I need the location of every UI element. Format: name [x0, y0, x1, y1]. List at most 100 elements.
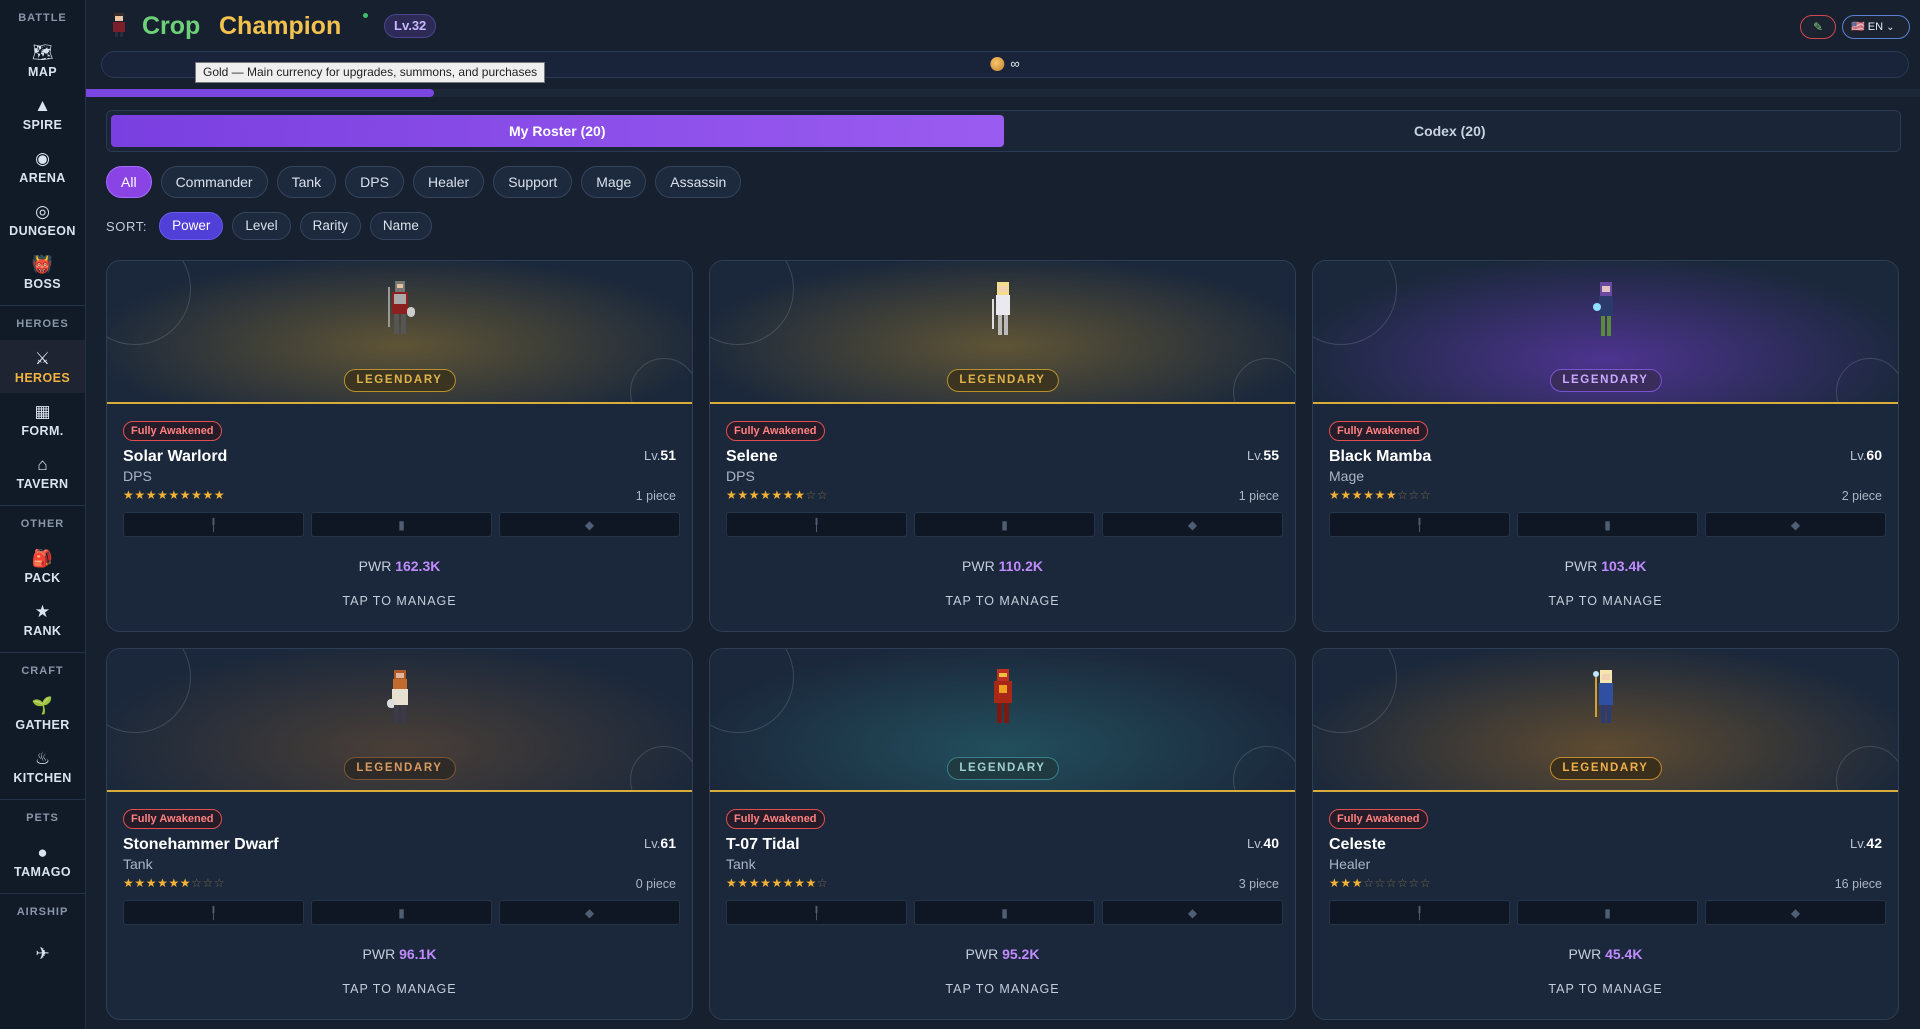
- filter-chip-support[interactable]: Support: [493, 166, 573, 198]
- armor-slot[interactable]: ▮: [1517, 512, 1698, 537]
- sidebar-item-form[interactable]: ▦ FORM.: [0, 393, 85, 446]
- hero-level: Lv.60: [1850, 447, 1882, 463]
- accessory-slot[interactable]: ◆: [1705, 512, 1886, 537]
- tap-to-manage-button[interactable]: TAP TO MANAGE: [107, 982, 692, 996]
- rarity-badge: LEGENDARY: [343, 757, 456, 780]
- sort-chip-rarity[interactable]: Rarity: [299, 212, 361, 240]
- hero-class: DPS: [123, 468, 152, 484]
- chevron-down-icon: ⌄: [1886, 22, 1895, 33]
- accessory-slot[interactable]: ◆: [499, 512, 680, 537]
- hero-card[interactable]: LEGENDARY Fully Awakened Stonehammer Dwarf…: [106, 648, 693, 1020]
- edit-button[interactable]: ✎: [1800, 15, 1836, 39]
- sort-chip-power[interactable]: Power: [159, 212, 224, 240]
- sidebar-item-arena[interactable]: ◉ ARENA: [0, 140, 85, 193]
- weapon-slot[interactable]: ╿: [726, 512, 907, 537]
- rarity-badge: LEGENDARY: [946, 757, 1059, 780]
- tab-codex[interactable]: Codex (20): [1004, 115, 1897, 147]
- power-prefix: PWR: [1564, 558, 1598, 574]
- filter-chip-dps[interactable]: DPS: [345, 166, 404, 198]
- star-filled-icon: ★: [737, 876, 749, 890]
- hero-sprite-icon: [1592, 670, 1613, 723]
- sidebar-item-boss[interactable]: 👹 BOSS: [0, 246, 85, 299]
- gem-icon: ◆: [584, 517, 595, 532]
- gem-icon: ◆: [584, 905, 595, 920]
- tap-to-manage-button[interactable]: TAP TO MANAGE: [710, 982, 1295, 996]
- filter-chip-assassin[interactable]: Assassin: [655, 166, 742, 198]
- rarity-badge: LEGENDARY: [1549, 369, 1662, 392]
- sort-chip-level[interactable]: Level: [232, 212, 291, 240]
- armor-slot[interactable]: ▮: [311, 512, 492, 537]
- filter-chip-all[interactable]: All: [106, 166, 152, 198]
- star-filled-icon: ★: [1340, 876, 1352, 890]
- weapon-slot[interactable]: ╿: [123, 512, 304, 537]
- armor-slot[interactable]: ▮: [914, 900, 1095, 925]
- hero-card[interactable]: LEGENDARY Fully Awakened Selene DPS Lv.55 ★★★…: [709, 260, 1296, 632]
- accessory-slot[interactable]: ◆: [499, 900, 680, 925]
- tap-to-manage-button[interactable]: TAP TO MANAGE: [1313, 594, 1898, 608]
- star-filled-icon: ★: [771, 876, 783, 890]
- filter-chip-mage[interactable]: Mage: [581, 166, 647, 198]
- sort-chip-name[interactable]: Name: [369, 212, 432, 240]
- airship-icon: ✈: [35, 943, 50, 963]
- sidebar-item-tamago[interactable]: ● TAMAGO: [0, 834, 85, 887]
- level-prefix: Lv.: [1850, 836, 1867, 851]
- hero-pieces: 16 piece: [1834, 877, 1882, 891]
- tap-to-manage-button[interactable]: TAP TO MANAGE: [1313, 982, 1898, 996]
- weapon-slot[interactable]: ╿: [1329, 512, 1510, 537]
- star-filled-icon: ★: [771, 488, 783, 502]
- weapon-slot[interactable]: ╿: [123, 900, 304, 925]
- header: Crop Champion Lv.32 ✎ 🇺🇸 EN ⌄: [86, 0, 1920, 52]
- sidebar-item-airship[interactable]: ✈: [0, 928, 85, 981]
- accessory-slot[interactable]: ◆: [1102, 900, 1283, 925]
- player-avatar-icon[interactable]: [108, 12, 130, 38]
- accessory-slot[interactable]: ◆: [1705, 900, 1886, 925]
- hero-card[interactable]: LEGENDARY Fully Awakened T-07 Tidal Tank Lv.…: [709, 648, 1296, 1020]
- armor-slot[interactable]: ▮: [311, 900, 492, 925]
- sidebar-item-kitchen[interactable]: ♨ KITCHEN: [0, 740, 85, 793]
- star-empty-icon: ☆: [1363, 876, 1375, 890]
- armor-slot[interactable]: ▮: [914, 512, 1095, 537]
- map-icon: 🗺: [31, 42, 54, 62]
- sidebar-item-spire[interactable]: ▲ SPIRE: [0, 87, 85, 140]
- hero-name: Solar Warlord: [123, 448, 228, 465]
- sidebar-item-pack[interactable]: 🎒 PACK: [0, 540, 85, 593]
- rank-icon: ★: [34, 601, 51, 621]
- hero-banner: LEGENDARY: [107, 649, 692, 792]
- filter-chip-commander[interactable]: Commander: [160, 166, 268, 198]
- level-prefix: Lv.: [1247, 836, 1264, 851]
- tap-to-manage-button[interactable]: TAP TO MANAGE: [710, 594, 1295, 608]
- heroes-icon: ⚔: [34, 348, 51, 368]
- hero-card[interactable]: LEGENDARY Fully Awakened Celeste Healer Lv.4…: [1312, 648, 1899, 1020]
- hero-card[interactable]: LEGENDARY Fully Awakened Black Mamba Mage Lv…: [1312, 260, 1899, 632]
- filter-chip-healer[interactable]: Healer: [412, 166, 485, 198]
- star-filled-icon: ★: [782, 488, 795, 502]
- language-select[interactable]: 🇺🇸 EN ⌄: [1842, 15, 1910, 39]
- decor-circle: [1836, 358, 1898, 402]
- sidebar-item-label: TAVERN: [16, 476, 69, 491]
- armor-slot[interactable]: ▮: [1517, 900, 1698, 925]
- hero-power: PWR 110.2K: [710, 558, 1295, 574]
- weapon-slot[interactable]: ╿: [726, 900, 907, 925]
- sidebar-item-heroes[interactable]: ⚔ HEROES: [0, 340, 85, 393]
- star-empty-icon: ☆: [1408, 876, 1420, 890]
- language-label: 🇺🇸 EN: [1851, 21, 1884, 33]
- sidebar-item-tavern[interactable]: ⌂ TAVERN: [0, 446, 85, 499]
- filter-chip-tank[interactable]: Tank: [276, 166, 337, 198]
- star-filled-icon: ★: [191, 488, 203, 502]
- star-filled-icon: ★: [782, 876, 795, 890]
- sidebar-item-map[interactable]: 🗺 MAP: [0, 34, 85, 87]
- sidebar-item-rank[interactable]: ★ RANK: [0, 593, 85, 646]
- weapon-slot[interactable]: ╿: [1329, 900, 1510, 925]
- level-value: 61: [660, 835, 676, 851]
- tap-to-manage-button[interactable]: TAP TO MANAGE: [107, 594, 692, 608]
- hero-card[interactable]: LEGENDARY Fully Awakened Solar Warlord DPS L…: [106, 260, 693, 632]
- hero-sprite-icon: [386, 670, 408, 723]
- star-filled-icon: ★: [1329, 876, 1341, 890]
- tab-my-roster[interactable]: My Roster (20): [111, 115, 1004, 147]
- hero-power: PWR 162.3K: [107, 558, 692, 574]
- accessory-slot[interactable]: ◆: [1102, 512, 1283, 537]
- star-empty-icon: ☆: [1397, 488, 1409, 502]
- sidebar-item-dungeon[interactable]: ◎ DUNGEON: [0, 193, 85, 246]
- sidebar-item-gather[interactable]: 🌱 GATHER: [0, 687, 85, 740]
- hero-name: Selene: [726, 448, 778, 465]
